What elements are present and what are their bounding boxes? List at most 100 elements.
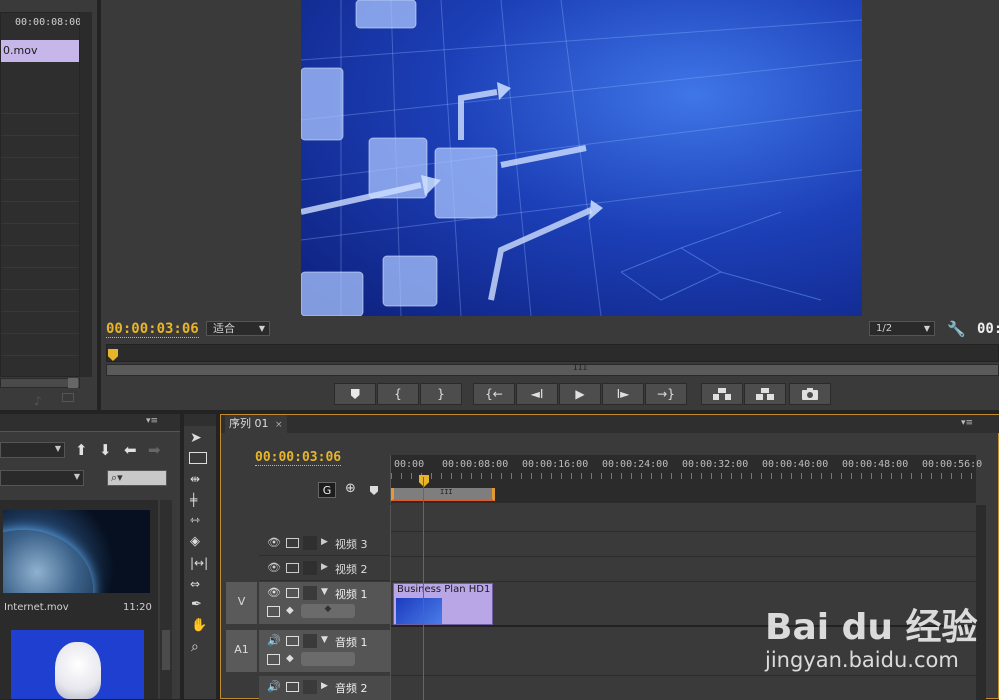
rolling-edit-tool-icon[interactable]: ╪ xyxy=(190,493,197,507)
location-dropdown[interactable]: ▼ xyxy=(0,442,65,458)
tab-sequence-number: 01 xyxy=(254,417,269,430)
eye-icon[interactable]: 👁 xyxy=(267,586,281,599)
row-divider xyxy=(1,223,79,224)
razor-tool-icon[interactable]: ◈ xyxy=(190,534,200,549)
chevron-right-icon[interactable]: ▶ xyxy=(321,562,328,572)
waveform-icon[interactable] xyxy=(267,654,280,665)
chevron-right-icon[interactable]: ▶ xyxy=(321,681,328,691)
track-header-video-3[interactable]: 👁 ▶ 视频 3 xyxy=(259,532,390,556)
selection-tool-icon[interactable]: ➤ xyxy=(190,430,202,446)
go-to-in-button[interactable]: {← xyxy=(473,383,515,405)
play-button[interactable]: ▶ xyxy=(559,383,601,405)
filmstrip-icon[interactable] xyxy=(286,563,299,573)
resize-grip[interactable] xyxy=(68,378,78,388)
fit-dropdown[interactable]: 适合 ▼ xyxy=(206,321,270,336)
keyframe-icon[interactable]: ◆ xyxy=(286,605,294,616)
scrollbar-thumb[interactable] xyxy=(162,630,170,670)
track-label: 音频 1 xyxy=(335,636,368,649)
arrow-left-icon[interactable]: ⬅ xyxy=(124,441,137,459)
program-time-ruler[interactable] xyxy=(106,344,999,362)
panel-menu-icon[interactable]: ▾≡ xyxy=(961,418,973,428)
filmstrip-icon[interactable] xyxy=(286,588,299,598)
speaker-icon[interactable]: 🔊 xyxy=(267,634,281,647)
filmstrip-icon[interactable] xyxy=(286,636,299,646)
filmstrip-icon[interactable] xyxy=(286,682,299,692)
add-marker-button[interactable] xyxy=(334,383,376,405)
eye-icon[interactable]: 👁 xyxy=(267,561,281,574)
lock-box[interactable] xyxy=(303,561,317,575)
pen-tool-icon[interactable]: ✒ xyxy=(191,597,202,612)
track-header-video-1[interactable]: 👁 ▼ 视频 1 ◆ ◆ xyxy=(259,582,390,624)
speaker-icon[interactable]: 🔊 xyxy=(267,680,281,693)
arrow-down-icon[interactable]: ⬇ xyxy=(99,441,112,459)
export-frame-button[interactable] xyxy=(789,383,831,405)
play-icon: ▶ xyxy=(575,387,585,401)
tab-sequence-01[interactable]: 序列 01 × xyxy=(225,415,287,433)
snap-icon[interactable]: G xyxy=(318,482,336,498)
media-item-thumbnail[interactable] xyxy=(3,510,150,593)
track-header-video-2[interactable]: 👁 ▶ 视频 2 xyxy=(259,557,390,581)
timeline-timecode[interactable]: 00:00:03:06 xyxy=(255,450,342,466)
timeline-playhead-icon[interactable] xyxy=(419,475,429,487)
thumbnail-scrollbar[interactable] xyxy=(160,500,172,699)
extract-button[interactable] xyxy=(744,383,786,405)
step-back-button[interactable]: ◄I xyxy=(516,383,558,405)
filter-dropdown[interactable]: ▼ xyxy=(0,470,84,486)
arrow-up-icon[interactable]: ⬆ xyxy=(75,441,88,459)
filmstrip-icon[interactable] xyxy=(286,538,299,548)
chevron-down-icon[interactable]: ▼ xyxy=(321,587,328,597)
lock-box[interactable] xyxy=(303,680,317,694)
track-select-tool-icon[interactable] xyxy=(189,452,207,464)
lock-box[interactable] xyxy=(303,634,317,648)
program-timecode[interactable]: 00:00:03:06 xyxy=(106,321,199,338)
project-list: 00:00:08:00 0.mov xyxy=(0,12,81,377)
selected-file-row[interactable]: 0.mov xyxy=(1,40,79,62)
panel-menu-icon[interactable]: ▾≡ xyxy=(146,416,158,426)
close-icon[interactable]: × xyxy=(275,420,283,430)
lift-button[interactable] xyxy=(701,383,743,405)
slide-tool-icon[interactable]: ⇔ xyxy=(190,577,200,591)
ruler-ticks xyxy=(391,473,977,479)
track-spacer xyxy=(226,505,390,530)
track-header-audio-2[interactable]: 🔊 ▶ 音频 2 xyxy=(259,676,390,700)
keyframe-icon[interactable]: ◆ xyxy=(286,653,294,664)
clip-thumbnail xyxy=(396,598,442,624)
linked-selection-icon[interactable]: ⊕ xyxy=(345,481,356,496)
vertical-scrollbar[interactable] xyxy=(80,12,92,377)
playhead-line[interactable] xyxy=(423,477,424,700)
keyframe-nav[interactable] xyxy=(301,652,355,666)
track-header-audio-1[interactable]: 🔊 ▼ 音频 1 ◆ xyxy=(259,630,390,672)
resolution-dropdown[interactable]: 1/2 ▼ xyxy=(869,321,935,336)
go-to-out-button[interactable]: →} xyxy=(645,383,687,405)
video-clip[interactable]: Business Plan HD1 xyxy=(393,583,493,625)
lock-box[interactable] xyxy=(303,586,317,600)
playhead-icon[interactable] xyxy=(108,349,118,361)
mark-in-button[interactable]: { xyxy=(377,383,419,405)
slip-tool-icon[interactable]: |↔| xyxy=(190,556,208,570)
keyframe-nav[interactable]: ◆ xyxy=(301,604,355,618)
lock-box[interactable] xyxy=(303,536,317,550)
chevron-down-icon[interactable]: ▼ xyxy=(321,635,328,645)
search-input[interactable]: ⌕▾ xyxy=(107,470,167,486)
arrow-right-icon[interactable]: ➡ xyxy=(148,441,161,459)
wrench-icon[interactable]: 🔧 xyxy=(947,320,966,338)
work-area-bar[interactable]: III xyxy=(391,488,495,501)
target-video[interactable]: V xyxy=(226,582,257,624)
timeline-ruler[interactable]: 00:00 00:00:08:00 00:00:16:00 00:00:24:0… xyxy=(390,455,982,503)
ruler-tick-label: 00:00:32:00 xyxy=(682,459,749,470)
step-forward-button[interactable]: I► xyxy=(602,383,644,405)
media-item-thumbnail-2[interactable] xyxy=(11,630,144,699)
automate-icon[interactable]: ♪ xyxy=(34,394,42,408)
add-marker-icon[interactable] xyxy=(370,486,378,495)
mark-out-button[interactable]: } xyxy=(420,383,462,405)
program-zoom-scrollbar[interactable]: III xyxy=(106,363,999,376)
target-audio[interactable]: A1 xyxy=(226,630,257,672)
hand-tool-icon[interactable]: ✋ xyxy=(191,618,207,633)
rate-stretch-tool-icon[interactable]: ⇿ xyxy=(190,513,200,527)
folder-icon[interactable] xyxy=(62,393,74,402)
display-style-icon[interactable] xyxy=(267,606,280,617)
eye-icon[interactable]: 👁 xyxy=(267,536,281,549)
zoom-tool-icon[interactable]: ⌕ xyxy=(191,639,199,655)
ripple-edit-tool-icon[interactable]: ⇹ xyxy=(190,472,200,486)
chevron-right-icon[interactable]: ▶ xyxy=(321,537,328,547)
